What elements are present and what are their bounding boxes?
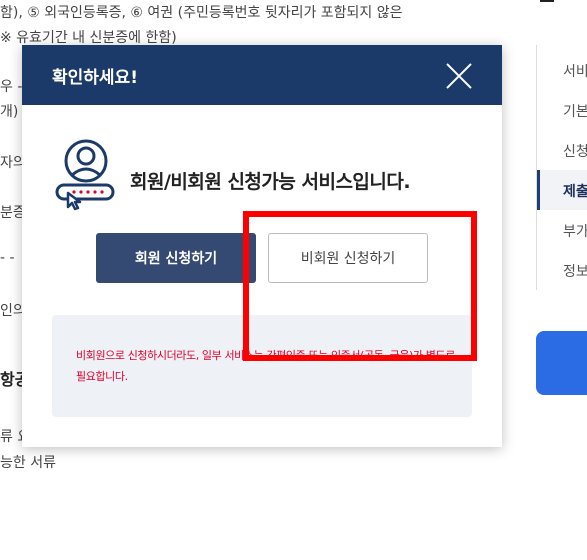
side-nav: 서비 기본 신청 제출 부가 정보 (536, 45, 587, 290)
notice-box: 비회원으로 신청하시더라도, 일부 서비스는 간편인증 또는 인증서(공동, 금… (52, 315, 472, 417)
close-button[interactable] (442, 59, 476, 93)
bg-text-line: ※ 유효기간 내 신분증에 한함) (0, 30, 177, 46)
side-nav-item[interactable]: 정보 (563, 261, 587, 281)
top-divider (540, 0, 554, 2)
side-nav-item[interactable]: 부가 (563, 221, 587, 241)
bg-text-line: 우 - (0, 79, 23, 95)
user-login-icon (55, 139, 115, 211)
service-info-text: 회원/비회원 신청가능 서비스입니다. (130, 171, 411, 193)
bg-text-line: 함), ⑤ 외국인등록증, ⑥ 여권 (주민등록번호 뒷자리가 포함되지 않은 (0, 5, 403, 21)
nonmember-apply-button[interactable]: 비회원 신청하기 (268, 233, 428, 283)
bg-text-line: - - (0, 250, 15, 266)
side-nav-item[interactable]: 기본 (563, 101, 587, 121)
side-nav-item[interactable]: 신청 (563, 141, 587, 161)
bg-text-line: 개) (0, 104, 19, 120)
modal-title: 확인하세요! (52, 68, 138, 88)
confirm-modal: 확인하세요! 회원/비회원 신청가능 서비스입니다. 회원 신청하기 비회원 신… (22, 45, 502, 447)
notice-text: 비회원으로 신청하시더라도, 일부 서비스는 간편인증 또는 인증서(공동, 금… (76, 349, 455, 383)
side-action-button[interactable] (536, 331, 587, 395)
modal-header: 확인하세요! (22, 45, 502, 105)
side-nav-item-active[interactable]: 제출 (563, 181, 587, 201)
member-apply-button[interactable]: 회원 신청하기 (96, 233, 256, 283)
side-nav-item[interactable]: 서비 (563, 61, 587, 81)
bg-text-line: 능한 서류 (0, 455, 56, 471)
